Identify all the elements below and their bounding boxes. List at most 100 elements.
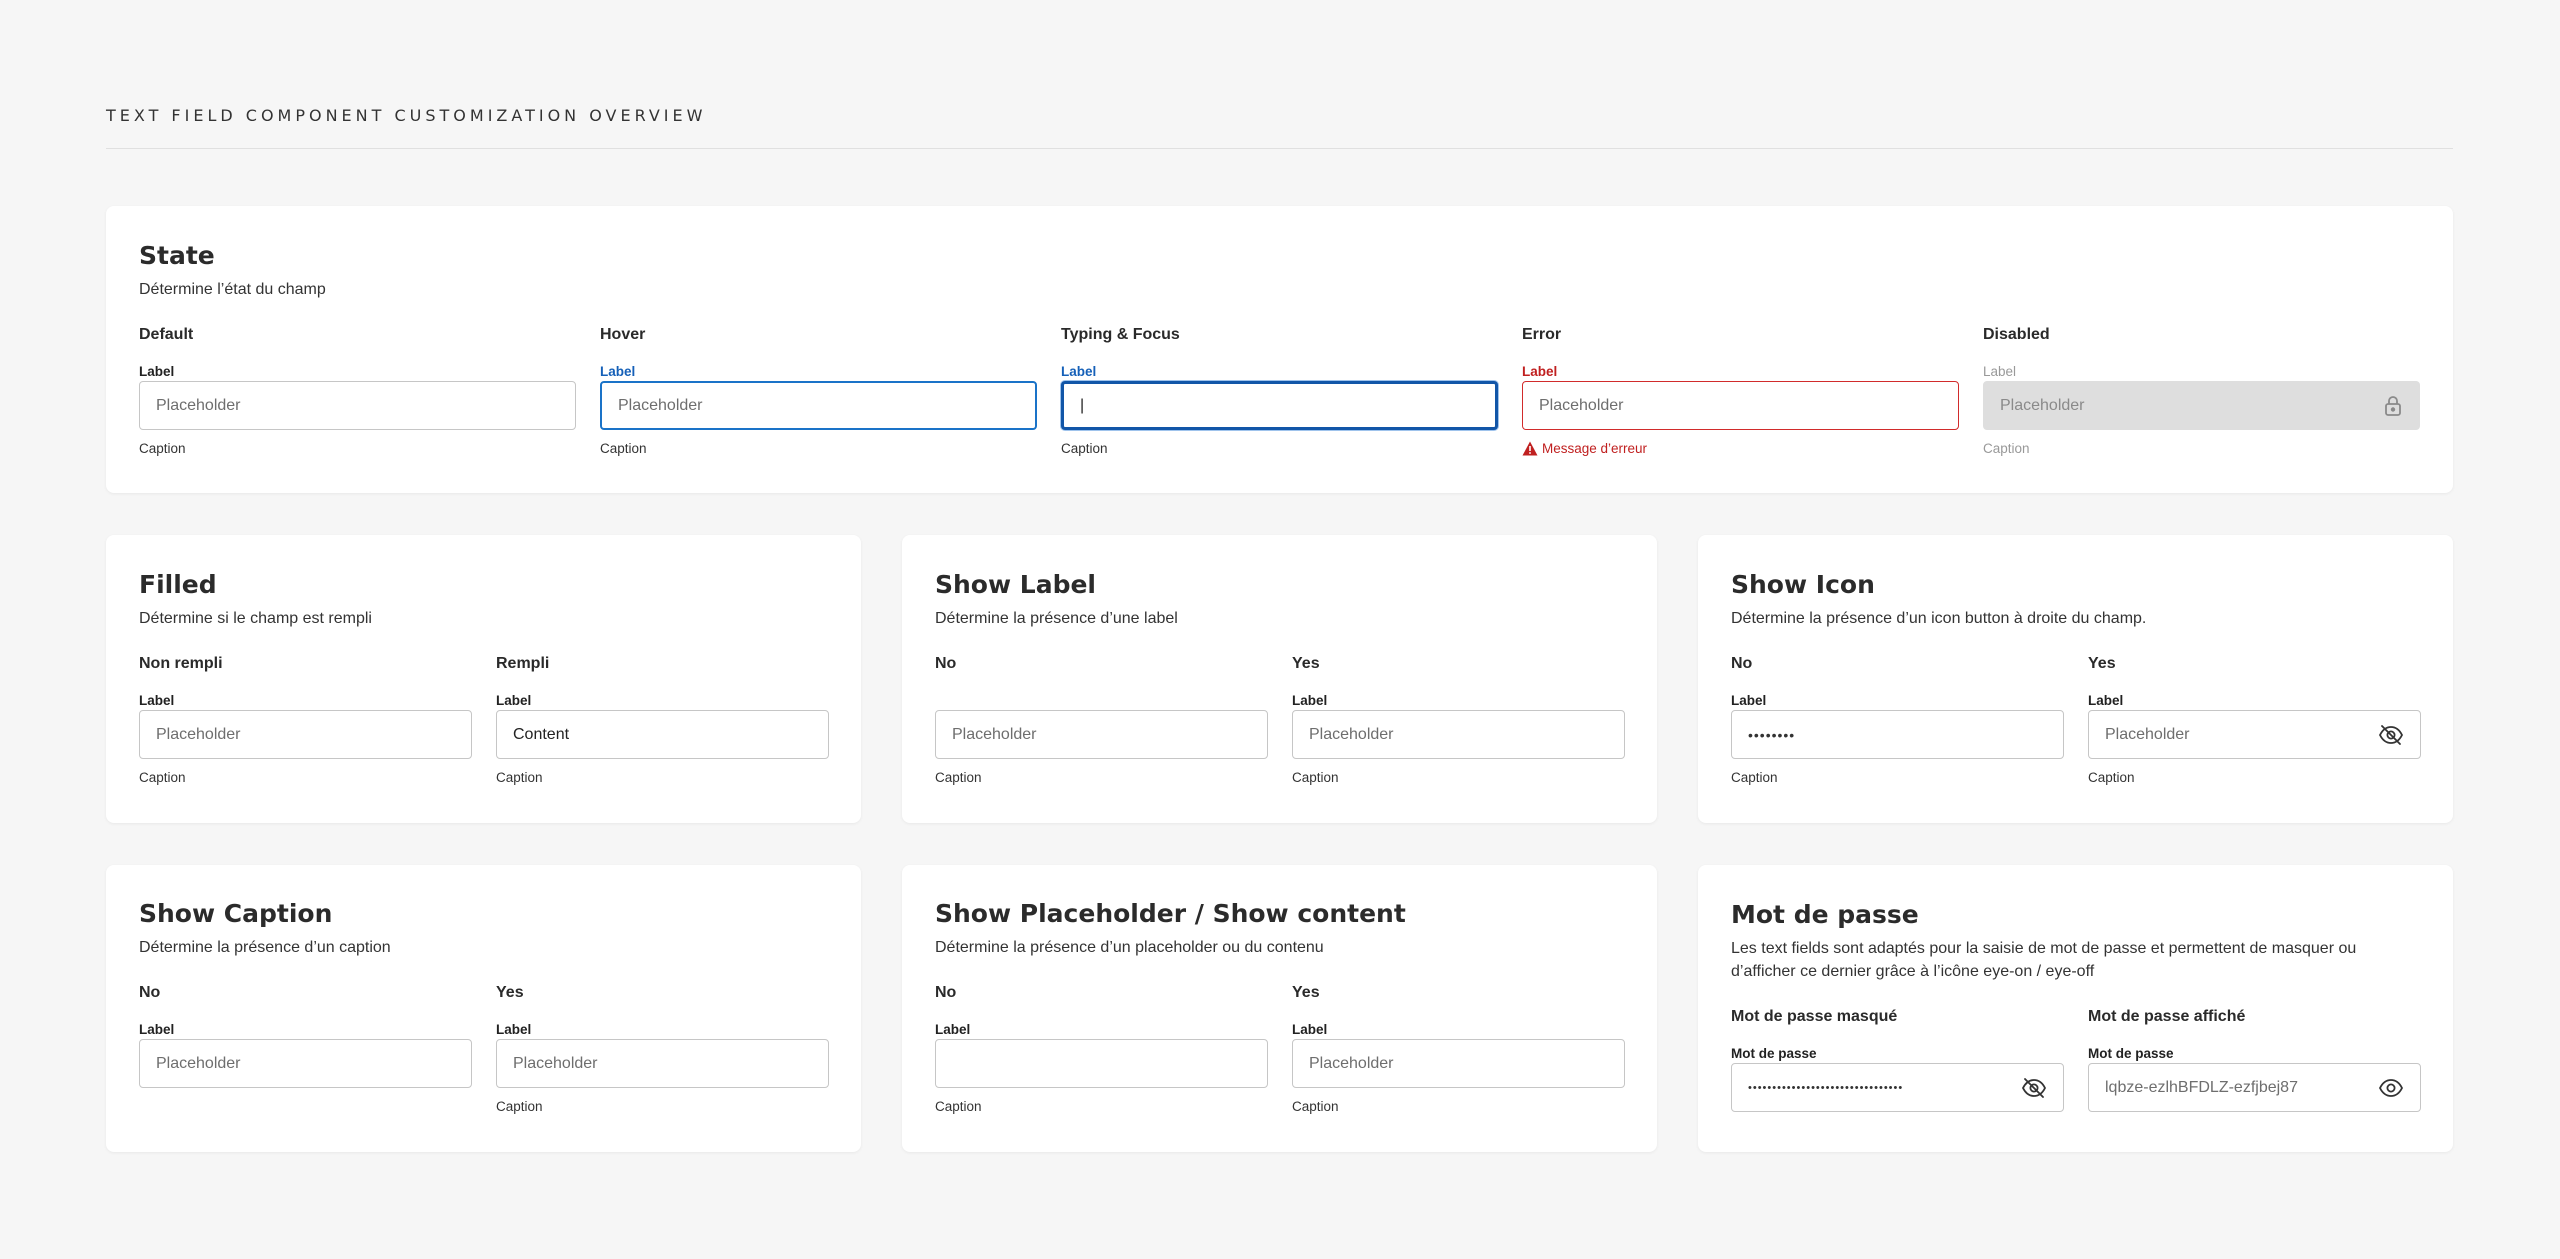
field-label: Label [1061,364,1097,379]
card-title: Show Caption [139,899,333,928]
title-divider [106,148,2453,149]
eye-off-icon[interactable] [2021,1077,2047,1099]
variant-title: Default [139,326,194,343]
field-label: Label [139,693,175,708]
field-label: Label [935,1022,971,1037]
field-caption: Caption [1292,770,1339,785]
field-caption: Caption [1731,770,1778,785]
field-caption: Caption [1983,441,2030,456]
lock-icon [2383,395,2403,417]
error-message: Message d’erreur [1542,441,1648,456]
text-input[interactable]: Placeholder [139,381,576,430]
card-description: Détermine la présence d’un icon button à… [1731,610,2147,627]
field-label: Label [2088,693,2124,708]
variant-title: Yes [1292,984,1320,1001]
placeholder-text: Placeholder [156,725,241,743]
field-label: Mot de passe [2088,1046,2174,1061]
field-caption: Caption [935,770,982,785]
placeholder-text: Placeholder [156,396,241,414]
variant-title: Yes [496,984,524,1001]
filled-card: Filled Détermine si le champ est rempli … [106,535,861,823]
card-title: Filled [139,570,217,599]
error-caption: Message d’erreur [1522,441,1647,456]
variant-title: Rempli [496,655,550,672]
field-label: Mot de passe [1731,1046,1817,1061]
field-caption: Caption [496,770,543,785]
card-title: Show Label [935,570,1096,599]
text-input[interactable]: Placeholder [2088,710,2421,759]
text-input[interactable]: Placeholder [496,1039,829,1088]
variant-title: Error [1522,326,1562,343]
placeholder-text: Placeholder [1539,396,1624,414]
variant-title: No [935,984,957,1001]
warning-icon [1522,441,1538,456]
variant-title: Mot de passe affiché [2088,1008,2246,1025]
text-input[interactable] [935,1039,1268,1088]
text-input[interactable]: Placeholder [139,1039,472,1088]
field-label: Label [1292,693,1328,708]
field-label: Label [496,1022,532,1037]
show-icon-card: Show Icon Détermine la présence d’un ico… [1698,535,2453,823]
card-description: Détermine la présence d’une label [935,610,1178,627]
state-card: State Détermine l’état du champ Default … [106,206,2453,493]
placeholder-text: Placeholder [513,1054,598,1072]
field-label: Label [496,693,532,708]
placeholder-text: Placeholder [952,725,1037,743]
text-input[interactable]: Placeholder [935,710,1268,759]
card-description: Détermine la présence d’un placeholder o… [935,939,1324,956]
text-input[interactable]: Placeholder [1292,1039,1625,1088]
text-input[interactable]: Placeholder [139,710,472,759]
show-caption-card: Show Caption Détermine la présence d’un … [106,865,861,1152]
variant-title: No [139,984,161,1001]
card-description: Détermine l’état du champ [139,281,326,298]
field-caption: Caption [1292,1099,1339,1114]
cursor-text: | [1080,396,1085,414]
variant-title: No [1731,655,1753,672]
masked-value: •••••••••••••••••••••••••••••••• [1748,1081,1904,1094]
text-input[interactable]: Placeholder [1292,710,1625,759]
eye-off-icon[interactable] [2378,724,2404,746]
placeholder-text: Placeholder [2105,725,2190,743]
field-caption: Caption [2088,770,2135,785]
card-title: Mot de passe [1731,900,1919,929]
field-label: Label [1292,1022,1328,1037]
placeholder-text: Placeholder [1309,1054,1394,1072]
content-text: Content [513,725,570,743]
variant-title: Hover [600,326,646,343]
show-placeholder-card: Show Placeholder / Show content Détermin… [902,865,1657,1152]
eye-icon[interactable] [2378,1077,2404,1099]
field-label: Label [1522,364,1558,379]
field-caption: Caption [600,441,647,456]
text-input[interactable]: Placeholder [1522,381,1959,430]
field-label: Label [139,364,175,379]
text-input[interactable]: •••••••• [1731,710,2064,759]
variant-title: Non rempli [139,655,223,672]
text-input[interactable]: Content [496,710,829,759]
card-title: State [139,241,215,270]
card-description: Détermine si le champ est rempli [139,610,372,627]
password-input[interactable]: lqbze-ezlhBFDLZ-ezfjbej87 [2088,1063,2421,1112]
field-caption: Caption [139,770,186,785]
password-input[interactable]: •••••••••••••••••••••••••••••••• [1731,1063,2064,1112]
card-description: Détermine la présence d’un caption [139,939,391,956]
text-input: Placeholder [1983,381,2420,430]
field-caption: Caption [935,1099,982,1114]
field-label: Label [1983,364,2017,379]
variant-title: Mot de passe masqué [1731,1008,1898,1025]
variant-title: No [935,655,957,672]
field-label: Label [139,1022,175,1037]
field-label: Label [1731,693,1767,708]
field-caption: Caption [1061,441,1108,456]
text-input[interactable]: Placeholder [600,381,1037,430]
card-title: Show Placeholder / Show content [935,899,1406,928]
variant-title: Yes [1292,655,1320,672]
password-card: Mot de passe Les text fields sont adapté… [1698,865,2453,1152]
card-description-line-2: d’afficher ce dernier grâce à l’icône ey… [1731,963,2095,980]
placeholder-text: Placeholder [156,1054,241,1072]
variant-title: Yes [2088,655,2116,672]
text-input[interactable]: | [1061,381,1498,430]
card-description-line-1: Les text fields sont adaptés pour la sai… [1731,940,2357,957]
placeholder-text: Placeholder [2000,396,2085,414]
field-caption: Caption [139,441,186,456]
page-title: TEXT FIELD COMPONENT CUSTOMIZATION OVERV… [106,106,707,125]
